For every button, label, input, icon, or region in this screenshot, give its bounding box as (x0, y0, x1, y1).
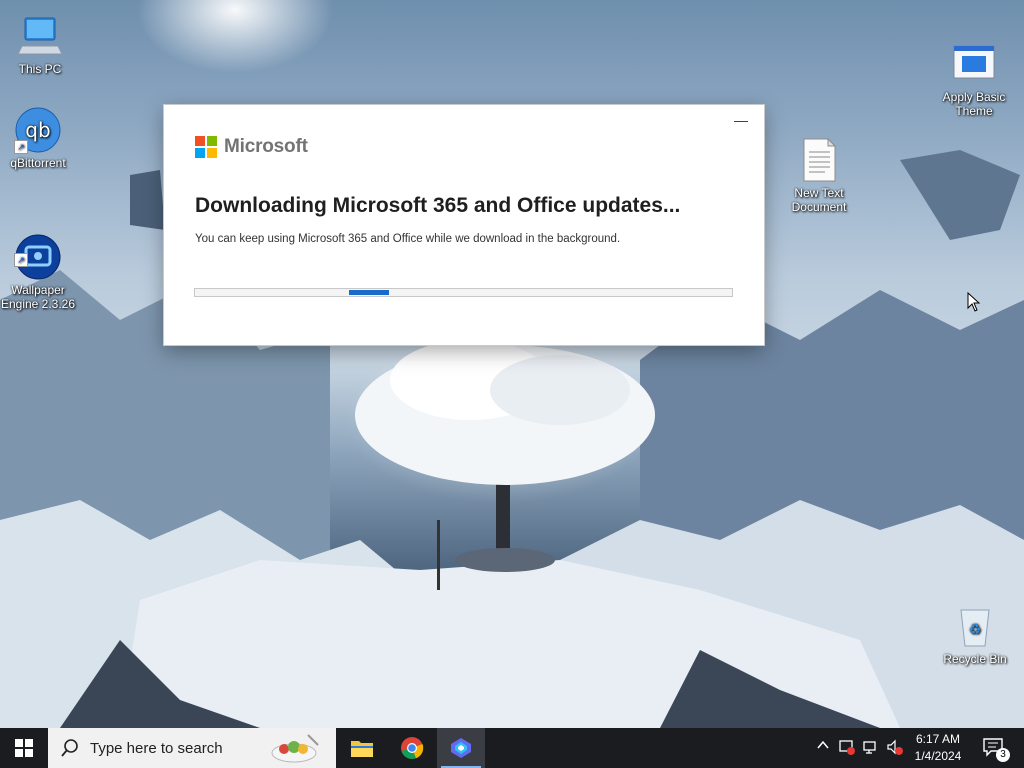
desktop-icon-qbittorrent[interactable]: qb ↗ qBittorrent (0, 106, 76, 170)
desktop-icon-recycle-bin[interactable]: ♻ Recycle Bin (937, 602, 1013, 666)
desktop-icon-label: Wallpaper Engine 2.3.26 (0, 283, 76, 311)
taskbar-microsoft-365[interactable] (437, 728, 485, 768)
minimize-button[interactable]: — (728, 113, 754, 131)
clock-time: 6:17 AM (915, 732, 961, 746)
dialog-title: Downloading Microsoft 365 and Office upd… (195, 194, 681, 217)
recycle-bin-icon: ♻ (951, 602, 999, 650)
action-center-button[interactable]: 3 (982, 736, 1010, 762)
show-hidden-icons-chevron-icon[interactable] (814, 738, 832, 756)
windows-logo-icon (15, 739, 33, 757)
svg-text:♻: ♻ (969, 622, 982, 638)
search-icon (61, 739, 78, 757)
wallpaper-engine-icon: ↗ (14, 219, 62, 280)
dialog-subtitle: You can keep using Microsoft 365 and Off… (195, 233, 621, 245)
security-warning-icon[interactable] (838, 738, 856, 756)
desktop-icon-new-text-document[interactable]: New Text Document (781, 108, 857, 228)
desktop-icon-this-pc[interactable]: This PC (2, 12, 78, 76)
start-button[interactable] (0, 728, 48, 768)
download-progress-bar (194, 288, 733, 297)
clock-date: 1/4/2024 (914, 749, 962, 763)
taskbar-chrome[interactable] (388, 728, 436, 768)
microsoft-logo: Microsoft (195, 136, 308, 158)
desktop-icon-label: Apply Basic Theme (942, 90, 1006, 118)
desktop-icon-label: This PC (18, 62, 62, 76)
theme-window-icon (950, 26, 998, 79)
network-icon[interactable] (862, 738, 880, 756)
search-highlight-salad-icon (271, 734, 319, 763)
shortcut-arrow-icon: ↗ (14, 140, 28, 154)
microsoft-wordmark: Microsoft (224, 136, 308, 157)
desktop-icon-label: Recycle Bin (943, 652, 1007, 666)
progress-indicator (349, 290, 389, 295)
search-placeholder: Type here to search (90, 739, 223, 757)
copilot-icon (451, 738, 471, 758)
taskbar-file-explorer[interactable] (338, 728, 386, 768)
svg-text:qb: qb (25, 118, 50, 142)
desktop-icon-label: New Text Document (791, 186, 847, 214)
qbittorrent-icon: qb ↗ (14, 106, 62, 154)
desktop-icon-apply-basic-theme[interactable]: Apply Basic Theme (936, 12, 1012, 132)
microsoft-squares-icon (195, 136, 217, 158)
taskbar: Type here to search 6:17 AM 1/4/2024 3 (0, 728, 1024, 768)
desktop-icon-label: qBittorrent (10, 156, 66, 170)
folder-icon (351, 741, 373, 757)
mouse-pointer-icon (967, 291, 981, 317)
text-document-icon (795, 122, 843, 182)
notification-count-badge: 3 (996, 748, 1010, 762)
office-update-dialog: — Microsoft Downloading Microsoft 365 an… (164, 105, 764, 345)
shortcut-arrow-icon: ↗ (14, 253, 28, 267)
desktop-icon-wallpaper-engine[interactable]: ↗ Wallpaper Engine 2.3.26 (0, 205, 76, 325)
chrome-icon (401, 737, 424, 760)
system-clock[interactable]: 6:17 AM 1/4/2024 (905, 731, 971, 765)
volume-muted-icon[interactable] (886, 738, 904, 756)
computer-icon (16, 12, 64, 60)
taskbar-search-box[interactable]: Type here to search (48, 728, 336, 768)
